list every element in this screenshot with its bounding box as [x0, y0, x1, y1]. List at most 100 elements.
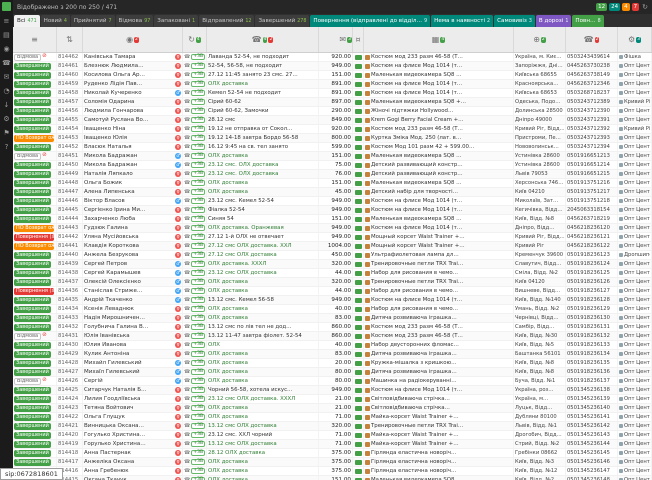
table-row[interactable]: Завершений814435Андрій Ткаченко♂☎+ЗВ13.1… [13, 296, 652, 305]
call-back-button[interactable]: +ЗВ [191, 315, 205, 321]
call-back-button[interactable]: +ЗВ [191, 216, 205, 222]
call-back-button[interactable]: +ЗВ [191, 189, 205, 195]
table-row[interactable]: Відмова⊘814451Микола Бадражан♂☎+ЗВОЛХ до… [13, 152, 652, 161]
call-back-button[interactable]: +ЗВ [191, 396, 205, 402]
table-row[interactable]: Завершений814445Сергієнко Ірина Ми…♀☎+ЗВ… [13, 206, 652, 215]
table-row[interactable]: Завершений814449Наталія Ляпкало♀☎+ЗВ23.1… [13, 170, 652, 179]
call-back-button[interactable]: +ЗВ [191, 81, 205, 87]
orders-icon[interactable]: ▤ [3, 32, 10, 39]
call-back-button[interactable]: +ЗВ [191, 432, 205, 438]
table-row[interactable]: Повернення (з…814442Уляна Мусійовська♀☎+… [13, 233, 652, 242]
tab-10[interactable]: Самовивіз3 [494, 15, 535, 27]
status-badge[interactable]: ПО Возврат ож. [14, 135, 54, 142]
call-back-button[interactable]: +ЗВ [191, 297, 205, 303]
tab-4[interactable]: Відмова97 [116, 15, 154, 27]
table-row[interactable]: Завершений814422Ольга Глущук♀☎+ЗВОЛХ дос… [13, 413, 652, 422]
table-row[interactable]: Завершений814459Руденко Лідія Пав…♀☎+ЗВО… [13, 80, 652, 89]
call-back-button[interactable]: +ЗВ [191, 144, 205, 150]
comment-column-header[interactable]: ☎42 [207, 27, 319, 52]
status-badge[interactable]: Завершений [14, 72, 51, 79]
tab-2[interactable]: Новий4 [41, 15, 70, 27]
phone-column-header[interactable]: ☎2 [566, 27, 618, 52]
call-back-button[interactable]: +ЗВ [191, 459, 205, 465]
call-back-button[interactable]: +ЗВ [191, 252, 205, 258]
table-row[interactable]: Завершений814425Ситарчук Наталія Б…♀☎+ЗВ… [13, 386, 652, 395]
status-badge[interactable]: Завершений [14, 342, 51, 349]
call-back-button[interactable]: +ЗВ [191, 288, 205, 294]
table-row[interactable]: ПО Возврат ож.814453Іващенко Юлія♀☎+ЗВ19… [13, 134, 652, 143]
call-back-button[interactable]: +ЗВ [191, 468, 205, 474]
call-back-button[interactable]: +ЗВ [191, 279, 205, 285]
status-badge[interactable]: Завершений [14, 369, 51, 376]
table-row[interactable]: Завершений814421Винницька Оксана…♀☎+ЗВ13… [13, 422, 652, 431]
call-back-button[interactable]: +ЗВ [191, 234, 205, 240]
table-row[interactable]: Завершений814458Николай Кучеренко♂☎+ЗВКе… [13, 89, 652, 98]
status-column-header[interactable]: ≡ [13, 27, 57, 52]
call-back-button[interactable]: +ЗВ [191, 135, 205, 141]
status-badge[interactable]: ПО Возврат ож. [14, 243, 54, 250]
table-row[interactable]: Завершений814454Іващенко Ніна♀☎+ЗВ19.12 … [13, 125, 652, 134]
call-back-button[interactable]: +ЗВ [191, 171, 205, 177]
status-badge[interactable]: Завершений [14, 270, 51, 277]
sip-link[interactable]: sip:0672818601 [5, 470, 58, 478]
status-badge[interactable]: Завершений [14, 441, 51, 448]
table-row[interactable]: Завершений814437Олексій Олексієнко♂☎+ЗВО… [13, 278, 652, 287]
tab-5[interactable]: Запаковані1 [154, 15, 198, 27]
status-badge[interactable]: Завершений [14, 315, 51, 322]
call-back-button[interactable]: +ЗВ [191, 153, 205, 159]
call-back-button[interactable]: +ЗВ [191, 369, 205, 375]
call-back-button[interactable]: +ЗВ [191, 180, 205, 186]
tab-12[interactable]: Повн…8 [572, 15, 603, 27]
call-back-button[interactable]: +ЗВ [191, 72, 205, 78]
status-badge[interactable]: Завершений [14, 198, 51, 205]
help-icon[interactable]: ? [5, 144, 9, 151]
call-back-button[interactable]: +ЗВ [191, 387, 205, 393]
call-back-button[interactable]: +ЗВ [191, 378, 205, 384]
status-badge[interactable]: Завершений [14, 360, 51, 367]
table-row[interactable]: Завершений814447Алена Липенська♀☎+ЗВОЛХ … [13, 188, 652, 197]
status-badge[interactable]: Завершений [14, 261, 51, 268]
status-badge[interactable]: Завершений [14, 162, 51, 169]
call-back-button[interactable]: +ЗВ [191, 423, 205, 429]
status-badge[interactable]: Завершений [14, 324, 51, 331]
status-badge[interactable]: Завершений [14, 117, 51, 124]
table-row[interactable]: Завершений814440Анжела Безрукова♀☎+ЗВ27.… [13, 251, 652, 260]
table-row[interactable]: ПО Возврат ож.814443Гудзюк Галина♀☎+ЗВОЛ… [13, 224, 652, 233]
table-row[interactable]: Завершений814427Михаїл Гилевський♂☎+ЗВОЛ… [13, 368, 652, 377]
table-row[interactable]: Відмова⊘814426Сергій♂☎+ЗВОЛХ доставка80.… [13, 377, 652, 386]
call-back-button[interactable]: +ЗВ [191, 414, 205, 420]
tab-8[interactable]: Повернення (відправлені до відділ…9 [310, 15, 430, 27]
call-back-button[interactable]: +ЗВ [191, 441, 205, 447]
status-badge[interactable]: Завершений [14, 63, 51, 70]
table-row[interactable]: Завершений814444Захарченко Люба♀☎+ЗВСиня… [13, 215, 652, 224]
call-back-button[interactable]: +ЗВ [191, 162, 205, 168]
table-row[interactable]: Завершений814460Косилова Ольга Ар…♀☎+ЗВ2… [13, 71, 652, 80]
contacts-icon[interactable]: ◉ [3, 46, 9, 53]
call-back-button[interactable]: +ЗВ [191, 198, 205, 204]
table-row[interactable]: Завершений814417Анжеліка Оксана♀☎+ЗВОЛХ … [13, 458, 652, 467]
tab-11[interactable]: В дорозі1 [536, 15, 571, 27]
status-badge[interactable]: Завершений [14, 450, 51, 457]
status-badge[interactable]: Завершений [14, 207, 51, 214]
tab-9[interactable]: Нема в наявності2 [431, 15, 493, 27]
call-back-button[interactable]: +ЗВ [191, 360, 205, 366]
table-row[interactable]: Завершений814424Лилия Гоодліївська♀☎+ЗВ2… [13, 395, 652, 404]
table-row[interactable]: Завершений814428Михайл Гилевський♂☎+ЗВОЛ… [13, 359, 652, 368]
status-badge[interactable]: Завершений [14, 90, 51, 97]
counter-chip[interactable]: 4 [622, 3, 630, 11]
call-back-button[interactable]: +ЗВ [191, 207, 205, 213]
status-badge[interactable]: Завершений [14, 405, 51, 412]
payment-column-header[interactable]: ¤ [353, 27, 364, 52]
table-row[interactable]: Завершений814415Оксана Ткачук♀☎+ЗВОЛХ до… [13, 476, 652, 480]
table-row[interactable]: Завершений814429Кулик Антоніна♀☎+ЗВОЛХ д… [13, 350, 652, 359]
status-badge[interactable]: Завершений [14, 279, 51, 286]
tab-1[interactable]: Всі471 [14, 15, 40, 27]
status-badge[interactable]: Завершений [14, 189, 51, 196]
table-row[interactable]: Завершений814420Гогулько Христина…♀☎+ЗВ2… [13, 431, 652, 440]
sip-call-bar[interactable]: sip:0672818601 [0, 468, 63, 480]
counter-chip[interactable]: 12 [596, 3, 607, 11]
table-row[interactable]: Завершений814461Блезнюк Людмила…♀☎+ЗВ52-… [13, 62, 652, 71]
status-badge[interactable]: Завершений [14, 108, 51, 115]
call-back-button[interactable]: +ЗВ [191, 225, 205, 231]
stats-icon[interactable]: ◔ [3, 88, 9, 95]
